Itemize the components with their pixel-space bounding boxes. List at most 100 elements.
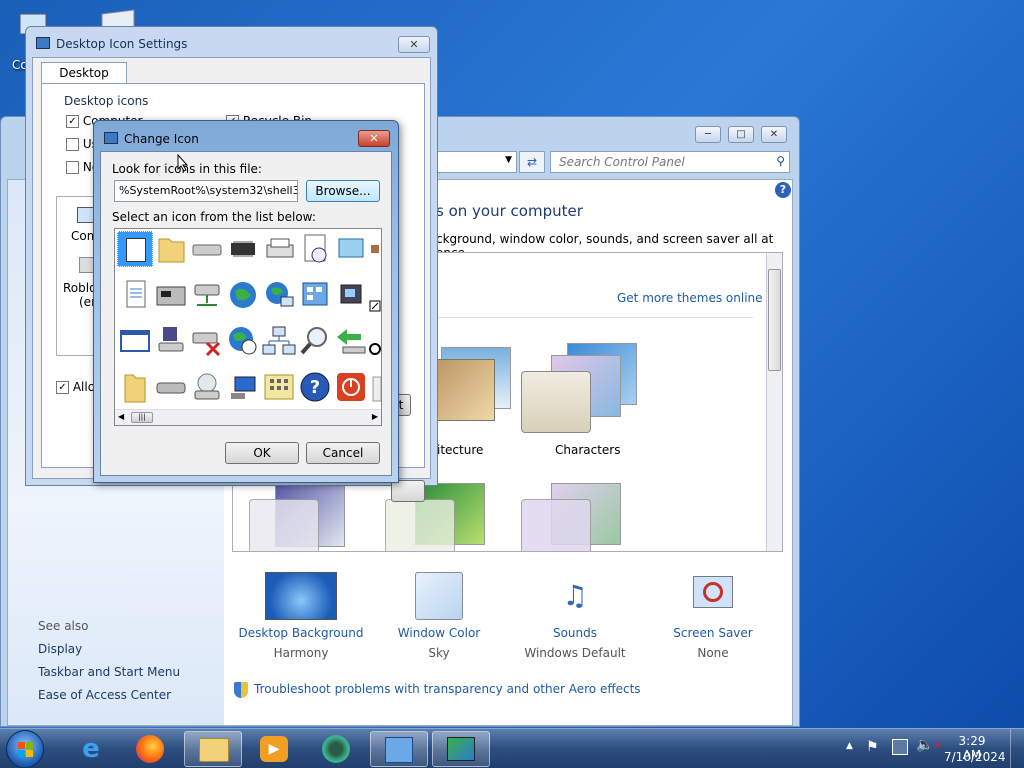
start-button[interactable]: [6, 730, 44, 768]
network-globe-icon[interactable]: [261, 277, 297, 313]
save-drive-icon[interactable]: [153, 323, 189, 359]
shield-icon: [234, 682, 248, 698]
see-also-display[interactable]: Display: [38, 642, 82, 656]
drive-icon[interactable]: [189, 231, 225, 267]
page-heading: s on your computer: [436, 202, 583, 220]
yellow-folder-icon[interactable]: [117, 369, 153, 405]
troubleshoot-link[interactable]: Troubleshoot problems with transparency …: [254, 682, 641, 696]
sounds-label[interactable]: Sounds: [510, 626, 640, 640]
maximize-button[interactable]: □: [728, 126, 754, 143]
clock-date[interactable]: 7/10/2024: [944, 750, 1006, 764]
scroll-thumb[interactable]: |||: [131, 412, 153, 423]
svg-text:?: ?: [310, 377, 320, 398]
theme-architecture-label: itecture: [437, 443, 484, 457]
desktop-background-label[interactable]: Desktop Background: [236, 626, 366, 640]
icon-grid-scrollbar[interactable]: ◀ ||| ▶: [115, 409, 381, 425]
firefox-taskbar-button[interactable]: [122, 731, 180, 767]
globe-clock-icon[interactable]: [225, 323, 261, 359]
address-bar[interactable]: ▼: [431, 151, 517, 173]
help-question-icon[interactable]: ?: [297, 369, 333, 405]
close-button[interactable]: ✕: [761, 126, 787, 143]
tab-desktop-icons[interactable]: Desktop Icons: [41, 62, 127, 100]
chip-icon[interactable]: [225, 231, 261, 267]
refresh-icon[interactable]: ⇄: [519, 151, 545, 173]
computer-terminal-icon[interactable]: [153, 277, 189, 313]
help-icon[interactable]: ?: [775, 182, 791, 198]
settings-close-button[interactable]: ✕: [398, 36, 430, 53]
theme-row2-a[interactable]: [249, 479, 369, 551]
mouse-cursor: [177, 153, 189, 175]
apply-button[interactable]: [391, 480, 425, 502]
personalization-taskbar-button[interactable]: [432, 731, 490, 767]
browse-button[interactable]: Browse...: [306, 180, 380, 202]
keypad-icon[interactable]: [261, 369, 297, 405]
folder-icon[interactable]: [153, 231, 189, 267]
change-icon-title-icon: [104, 132, 118, 144]
screen-saver-value: None: [697, 646, 729, 660]
partial-icon-r1[interactable]: [369, 231, 381, 267]
control-panel-icon[interactable]: [297, 277, 333, 313]
taskbar: e ▶ ▲ ⚑ 🔈✕ 3:29 AM 7/10/2024: [0, 728, 1024, 768]
scroll-thumb[interactable]: [768, 269, 781, 371]
action-center-flag-icon[interactable]: ⚑: [866, 739, 879, 755]
scroll-right-arrow[interactable]: ▶: [372, 412, 378, 421]
control-panel-taskbar-button[interactable]: [370, 731, 428, 767]
text-document-icon[interactable]: [117, 277, 153, 313]
disconnected-drive-icon[interactable]: [189, 323, 225, 359]
network-computers-icon[interactable]: [261, 323, 297, 359]
cancel-button[interactable]: Cancel: [306, 442, 380, 464]
get-more-themes-link[interactable]: Get more themes online: [617, 291, 763, 305]
sounds-icon: ♫: [562, 579, 588, 612]
clock-document-icon[interactable]: [297, 231, 333, 267]
theme-characters[interactable]: [521, 341, 641, 441]
globe-icon[interactable]: [225, 277, 261, 313]
screen-saver-label[interactable]: Screen Saver: [648, 626, 778, 640]
shortcut-arrow-icon[interactable]: [369, 277, 381, 313]
printer-icon[interactable]: [261, 231, 297, 267]
search-placeholder: Search Control Panel: [559, 155, 685, 169]
app-taskbar-button[interactable]: [308, 731, 366, 767]
internet-explorer-taskbar-button[interactable]: e: [62, 731, 120, 767]
ok-button[interactable]: OK: [225, 442, 299, 464]
cd-drive-icon[interactable]: [189, 369, 225, 405]
chevron-down-icon[interactable]: ▼: [505, 155, 512, 165]
volume-muted-icon[interactable]: 🔈✕: [916, 737, 942, 753]
settings-dialog-icon: [36, 37, 50, 49]
document-app-icon[interactable]: [117, 231, 153, 267]
change-icon-close-button[interactable]: ✕: [358, 130, 390, 147]
media-player-taskbar-button[interactable]: ▶: [246, 731, 304, 767]
firefox-icon: [136, 735, 164, 763]
icon-grid[interactable]: ? ◀ ||| ▶: [114, 228, 382, 426]
window-color-label[interactable]: Window Color: [374, 626, 504, 640]
desktop-icons-group-label: Desktop icons: [64, 94, 149, 108]
file-path-input[interactable]: %SystemRoot%\system32\shell32.d: [114, 180, 298, 202]
window-icon[interactable]: [333, 231, 369, 267]
show-hidden-icons[interactable]: ▲: [846, 741, 853, 751]
see-also-ease-of-access[interactable]: Ease of Access Center: [38, 688, 171, 702]
device-icon[interactable]: [333, 277, 369, 313]
sounds-tile[interactable]: ♫ Sounds Windows Default: [510, 572, 640, 660]
search-input[interactable]: Search Control Panel ⚲: [550, 151, 790, 173]
partial-icon-r3[interactable]: [369, 323, 381, 359]
network-drive-icon[interactable]: [189, 277, 225, 313]
partial-icon-r4[interactable]: [369, 369, 381, 405]
file-explorer-taskbar-button[interactable]: [184, 731, 242, 767]
desktop-background-tile[interactable]: Desktop Background Harmony: [236, 572, 366, 660]
hard-drive-icon[interactable]: [153, 369, 189, 405]
desktop-computer-icon[interactable]: [225, 369, 261, 405]
power-icon[interactable]: [333, 369, 369, 405]
themes-scrollbar[interactable]: [766, 253, 782, 551]
see-also-taskbar[interactable]: Taskbar and Start Menu: [38, 665, 180, 679]
search-icon[interactable]: ⚲: [776, 154, 785, 168]
scroll-left-arrow[interactable]: ◀: [118, 412, 124, 421]
theme-row2-c[interactable]: [521, 479, 641, 551]
window-color-tile[interactable]: Window Color Sky: [374, 572, 504, 660]
show-desktop-button[interactable]: [1010, 729, 1024, 768]
magnifier-icon[interactable]: [297, 323, 333, 359]
settings-dialog-title: Desktop Icon Settings: [56, 37, 188, 51]
minimize-button[interactable]: ─: [695, 126, 721, 143]
network-icon[interactable]: [892, 739, 908, 755]
blank-window-icon[interactable]: [117, 323, 153, 359]
green-arrow-drive-icon[interactable]: [333, 323, 369, 359]
screen-saver-tile[interactable]: Screen Saver None: [648, 572, 778, 660]
